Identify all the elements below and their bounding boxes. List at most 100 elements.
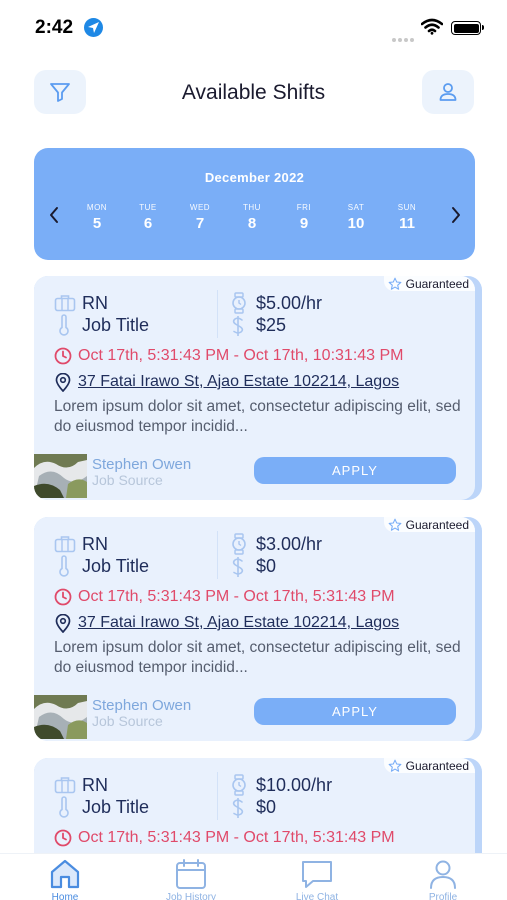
calendar-day-sun[interactable]: SUN 11 [387, 203, 427, 232]
chat-icon [302, 861, 332, 888]
day-name: MON [86, 203, 108, 212]
card-divider [217, 531, 218, 579]
wifi-icon [421, 18, 443, 35]
briefcase-icon [54, 295, 76, 312]
shift-time-range: Oct 17th, 5:31:43 PM - Oct 17th, 10:31:4… [78, 347, 404, 364]
user-icon [439, 83, 457, 101]
shift-description: Lorem ipsum dolor sit amet, consectetur … [54, 639, 461, 676]
thermometer-icon [59, 314, 69, 336]
shift-job-title: Job Title [82, 315, 150, 335]
shift-time-range: Oct 17th, 5:31:43 PM - Oct 17th, 5:31:43… [78, 829, 395, 846]
shift-total: $25 [256, 315, 287, 335]
shift-job-title: Job Title [82, 556, 150, 576]
profile-button[interactable] [422, 70, 474, 114]
dollar-icon [232, 316, 244, 336]
shift-rate: $3.00/hr [256, 534, 323, 554]
tab-label: Live Chat [295, 892, 339, 900]
day-name: SUN [397, 203, 417, 212]
calendar-day-fri[interactable]: FRI 9 [284, 203, 324, 232]
shift-job-title: Job Title [82, 797, 150, 817]
map-pin-icon [55, 373, 71, 392]
tab-job-history[interactable]: Job History [146, 858, 236, 900]
day-number: 7 [195, 215, 205, 232]
watch-icon [232, 292, 246, 314]
apply-button[interactable]: APPLY [254, 698, 456, 725]
shift-rate: $10.00/hr [256, 775, 333, 795]
avatar [34, 695, 87, 739]
watch-icon [232, 533, 246, 555]
shift-role: RN [82, 293, 108, 313]
guaranteed-badge: Guaranteed [383, 517, 475, 532]
thermometer-icon [59, 796, 69, 818]
calendar-day-sat[interactable]: SAT 10 [336, 203, 376, 232]
shift-time-range: Oct 17th, 5:31:43 PM - Oct 17th, 5:31:43… [78, 588, 395, 605]
date-picker-strip: December 2022 MON 5 TUE 6 WED 7 THU 8 FR… [34, 148, 475, 260]
apply-button[interactable]: APPLY [254, 457, 456, 484]
shift-card[interactable]: Guaranteed RN Job Title $3.00/hr $0 Oct … [34, 517, 482, 741]
calendar-day-wed[interactable]: WED 7 [180, 203, 220, 232]
card-divider [217, 772, 218, 820]
chevron-right-icon[interactable] [450, 206, 462, 224]
calendar-day-mon[interactable]: MON 5 [77, 203, 117, 232]
shift-description: Lorem ipsum dolor sit amet, consectetur … [54, 398, 461, 435]
guaranteed-badge: Guaranteed [383, 758, 475, 773]
calendar-day-thu[interactable]: THU 8 [232, 203, 272, 232]
day-name: FRI [296, 203, 312, 212]
shift-address-link[interactable]: 37 Fatai Irawo St, Ajao Estate 102214, L… [78, 614, 399, 632]
badge-label: Guaranteed [405, 276, 469, 291]
day-name: THU [243, 203, 261, 212]
tab-live-chat[interactable]: Live Chat [272, 858, 362, 900]
briefcase-icon [54, 536, 76, 553]
star-icon [388, 759, 401, 772]
card-divider [217, 290, 218, 338]
person-source: Job Source [92, 472, 163, 488]
day-name: WED [189, 203, 211, 212]
shift-total: $0 [256, 797, 277, 817]
tab-label: Home [51, 892, 79, 900]
tab-label: Job History [165, 892, 216, 900]
tab-home[interactable]: Home [20, 858, 110, 900]
star-icon [388, 277, 401, 290]
person-name: Stephen Owen [92, 456, 192, 473]
badge-label: Guaranteed [405, 758, 469, 773]
bottom-tab-bar: Home Job History Live Chat Profile [0, 853, 507, 900]
clock-icon [54, 588, 72, 606]
tab-profile[interactable]: Profile [398, 858, 488, 900]
day-number: 11 [399, 215, 415, 232]
person-name: Stephen Owen [92, 697, 192, 714]
battery-icon [451, 21, 484, 35]
day-name: SAT [347, 203, 365, 212]
star-icon [388, 518, 401, 531]
status-time: 2:42 [35, 17, 74, 38]
cellular-signal-icon [392, 29, 416, 47]
badge-label: Guaranteed [405, 517, 469, 532]
clock-icon [54, 829, 72, 847]
day-number: 9 [299, 215, 309, 232]
thermometer-icon [59, 555, 69, 577]
location-arrow-icon [84, 18, 103, 37]
guaranteed-badge: Guaranteed [383, 276, 475, 291]
shift-role: RN [82, 534, 108, 554]
person-source: Job Source [92, 713, 163, 729]
avatar [34, 454, 87, 498]
day-number: 5 [92, 215, 102, 232]
calendar-month: December 2022 [204, 170, 305, 185]
tab-label: Profile [428, 892, 458, 900]
watch-icon [232, 774, 246, 796]
person-icon [430, 860, 456, 889]
dollar-icon [232, 557, 244, 577]
shift-total: $0 [256, 556, 277, 576]
status-bar: 2:42 [0, 0, 507, 56]
chevron-left-icon[interactable] [48, 206, 60, 224]
briefcase-icon [54, 777, 76, 794]
home-icon [50, 859, 80, 889]
calendar-day-tue[interactable]: TUE 6 [128, 203, 168, 232]
shift-role: RN [82, 775, 108, 795]
day-number: 6 [143, 215, 153, 232]
day-number: 10 [347, 215, 365, 232]
shift-card[interactable]: Guaranteed RN Job Title $5.00/hr $25 Oct… [34, 276, 482, 500]
shift-address-link[interactable]: 37 Fatai Irawo St, Ajao Estate 102214, L… [78, 373, 399, 391]
clock-icon [54, 347, 72, 365]
day-number: 8 [247, 215, 257, 232]
dollar-icon [232, 798, 244, 818]
